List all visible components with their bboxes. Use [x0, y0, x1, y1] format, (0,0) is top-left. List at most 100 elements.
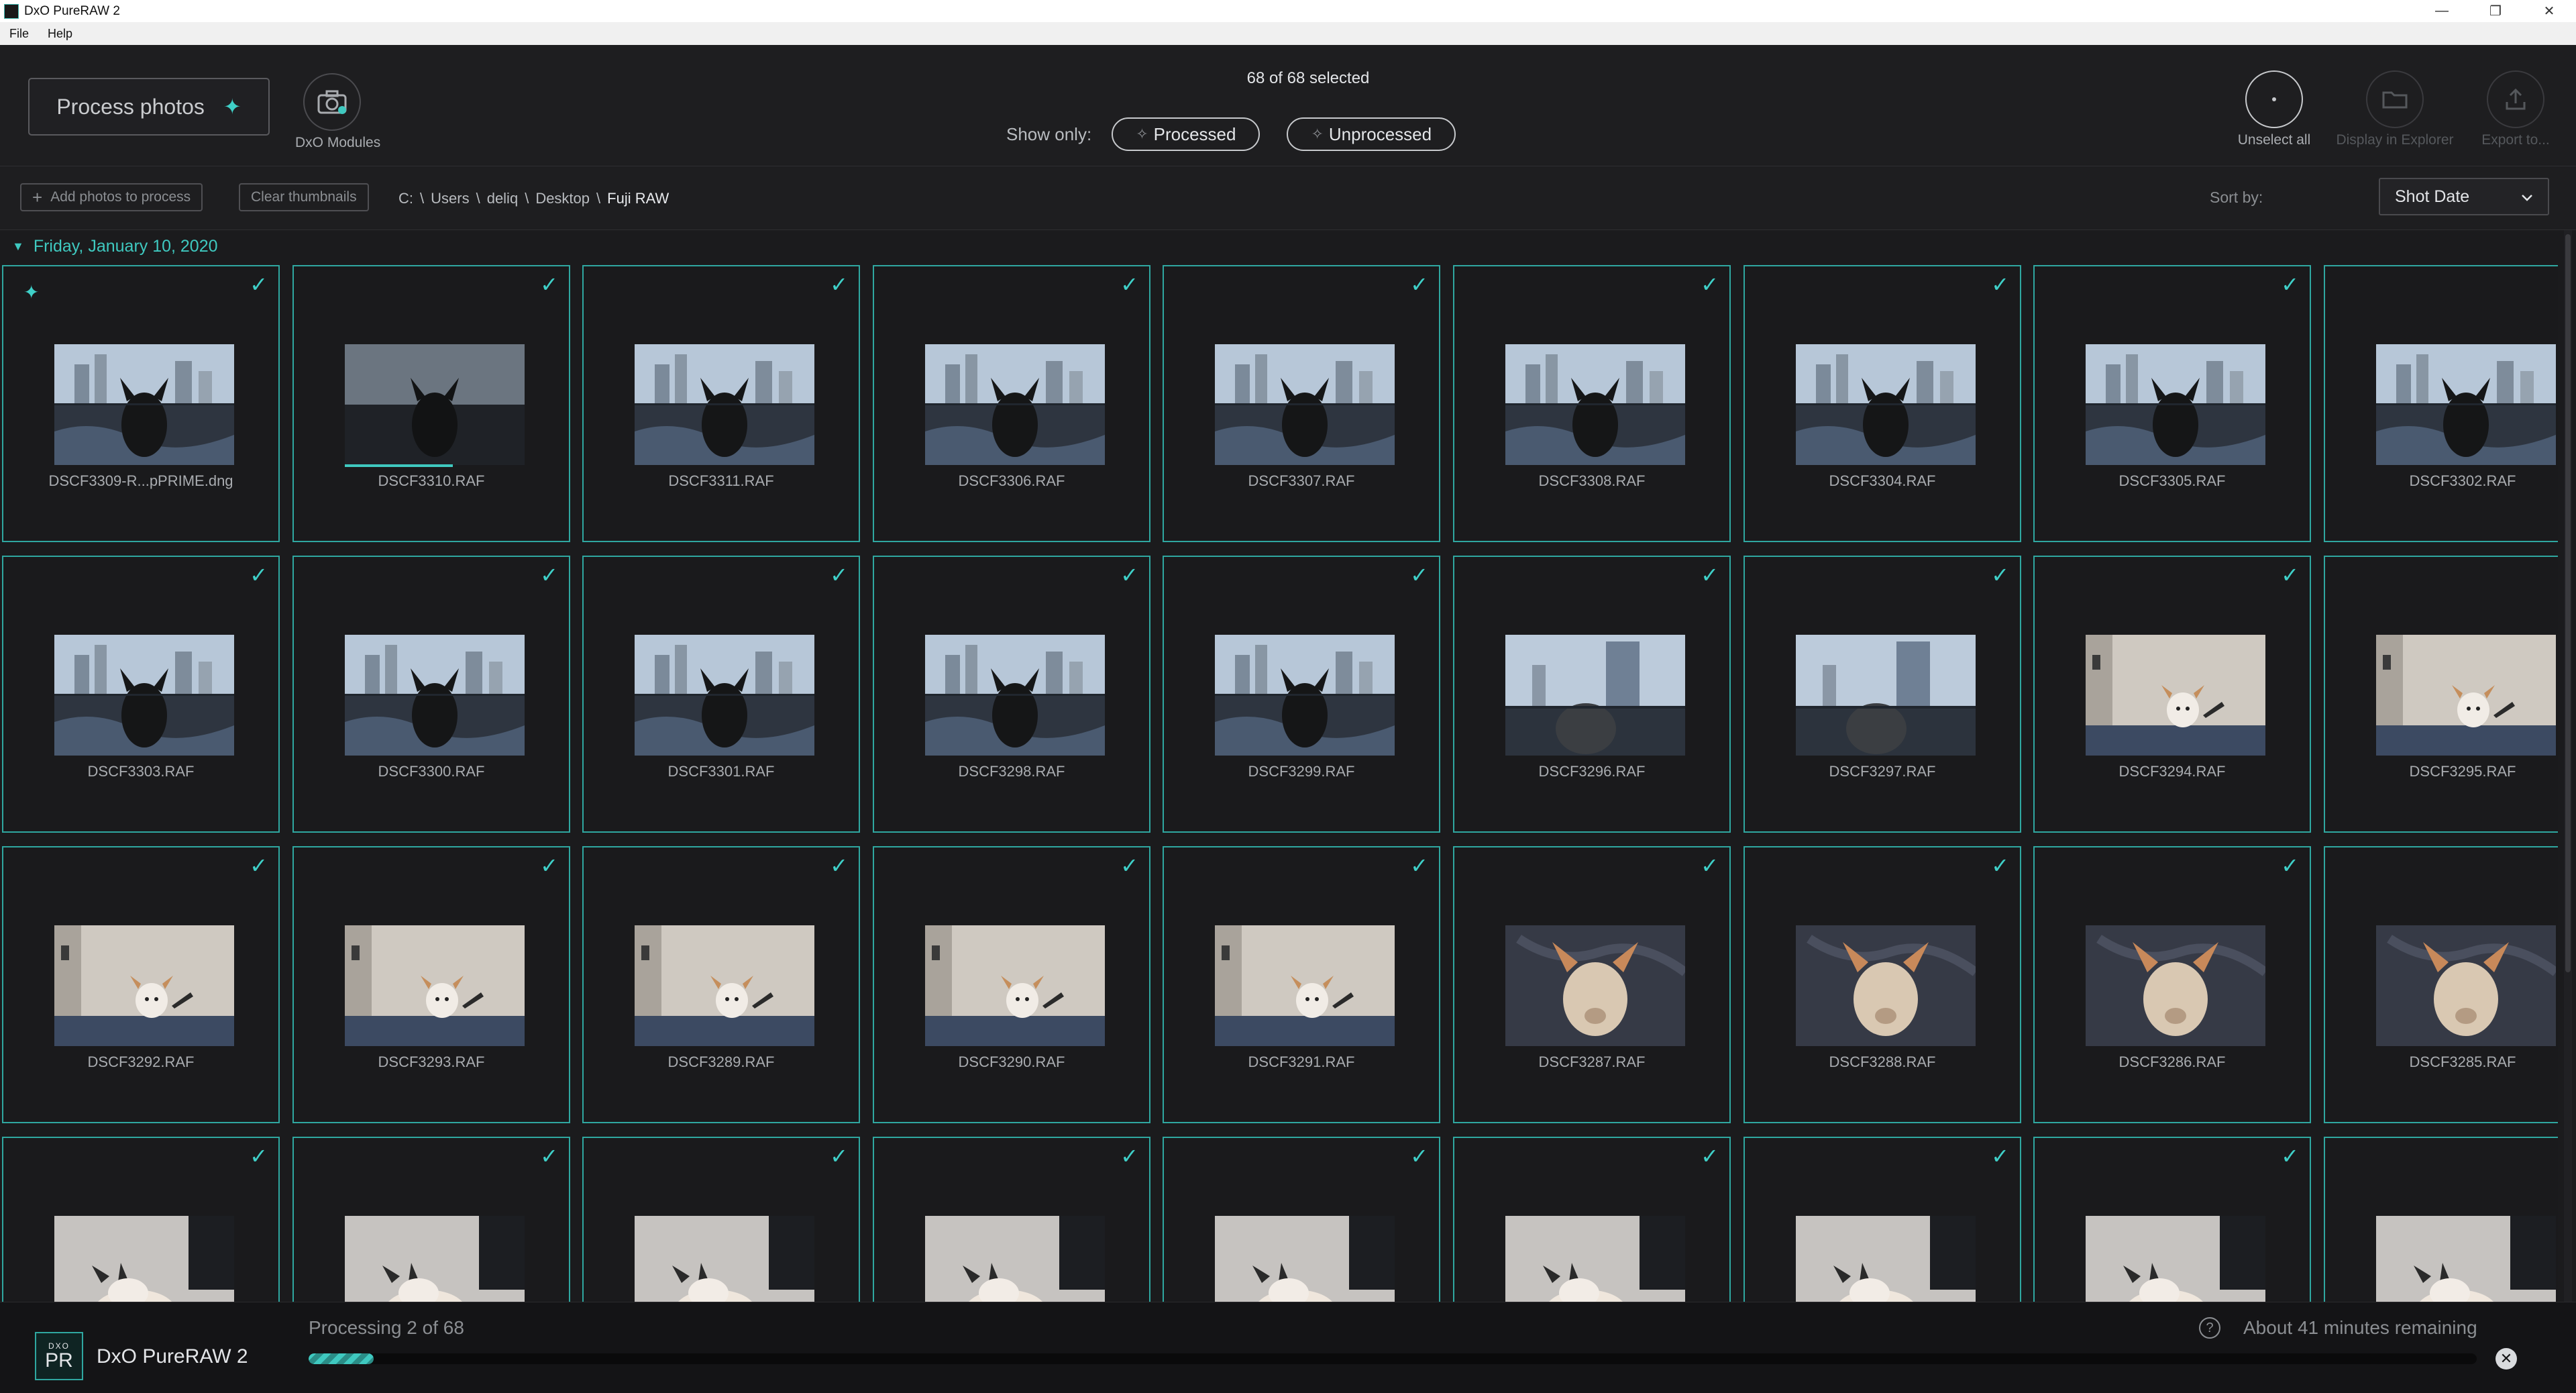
checkmark-icon[interactable]: ✓	[1410, 1143, 1428, 1169]
photo-thumbnail[interactable]: ✓ DSCF3286.RAF	[2033, 846, 2311, 1123]
checkmark-icon[interactable]: ✓	[250, 272, 268, 297]
date-group-header[interactable]: ▼ Friday, January 10, 2020	[0, 230, 2563, 262]
photo-thumbnail[interactable]: ✓ DSCF3288.RAF	[1743, 846, 2021, 1123]
breadcrumb-item[interactable]: C:	[398, 190, 413, 207]
help-icon[interactable]: ?	[2199, 1317, 2220, 1339]
scrollbar[interactable]	[2564, 230, 2572, 1302]
photo-thumbnail[interactable]: ✓	[1743, 1137, 2021, 1302]
checkmark-icon[interactable]: ✓	[1120, 853, 1138, 878]
photo-thumbnail[interactable]: ✓	[2, 1137, 280, 1302]
photo-filename: DSCF3299.RAF	[1248, 763, 1355, 780]
photo-thumbnail[interactable]: ✓ DSCF3301.RAF	[582, 556, 860, 833]
photo-thumbnail[interactable]: ✓ DSCF3305.RAF	[2033, 265, 2311, 542]
photo-thumbnail[interactable]: ✓ DSCF3306.RAF	[873, 265, 1150, 542]
photo-thumbnail[interactable]: ✓	[1453, 1137, 1731, 1302]
close-button[interactable]: ✕	[2522, 0, 2576, 22]
photo-thumbnail[interactable]: ✓	[2324, 1137, 2558, 1302]
photo-thumbnail[interactable]: ✓	[2033, 1137, 2311, 1302]
dxo-modules-button[interactable]: DxO Modules	[295, 73, 380, 151]
plus-icon: +	[32, 187, 43, 207]
photo-thumbnail[interactable]: ✓DSCF3285.RAF	[2324, 846, 2558, 1123]
photo-thumbnail[interactable]: ✓ DSCF3310.RAF	[292, 265, 570, 542]
checkmark-icon[interactable]: ✓	[1991, 1143, 2009, 1169]
checkmark-icon[interactable]: ✓	[1120, 1143, 1138, 1169]
display-in-explorer-button[interactable]: Display in Explorer	[2334, 70, 2455, 148]
checkmark-icon[interactable]: ✓	[830, 562, 848, 588]
photo-thumbnail[interactable]: ✓DSCF3295.RAF	[2324, 556, 2558, 833]
checkmark-icon[interactable]: ✓	[1410, 853, 1428, 878]
photo-thumbnail[interactable]: ✓ DSCF3304.RAF	[1743, 265, 2021, 542]
filter-processed-button[interactable]: ✧ Processed	[1112, 117, 1260, 151]
filter-unprocessed-button[interactable]: ✧ Unprocessed	[1287, 117, 1456, 151]
checkmark-icon[interactable]: ✓	[1991, 853, 2009, 878]
checkmark-icon[interactable]: ✓	[2281, 272, 2299, 297]
photo-thumbnail[interactable]: ✓ DSCF3293.RAF	[292, 846, 570, 1123]
checkmark-icon[interactable]: ✓	[830, 1143, 848, 1169]
checkmark-icon[interactable]: ✓	[1701, 272, 1719, 297]
checkmark-icon[interactable]: ✓	[540, 272, 558, 297]
checkmark-icon[interactable]: ✓	[1120, 562, 1138, 588]
photo-thumbnail[interactable]: ✓	[292, 1137, 570, 1302]
breadcrumb-item[interactable]: deliq	[487, 190, 518, 207]
photo-thumbnail[interactable]: ✓ DSCF3300.RAF	[292, 556, 570, 833]
pureraw-logo: DXO PR	[35, 1332, 83, 1380]
photo-thumbnail[interactable]: ✓ DSCF3299.RAF	[1163, 556, 1440, 833]
checkmark-icon[interactable]: ✓	[250, 562, 268, 588]
photo-thumbnail[interactable]: ✓ DSCF3298.RAF	[873, 556, 1150, 833]
export-to-button[interactable]: Export to...	[2455, 70, 2576, 148]
menu-file[interactable]: File	[0, 27, 38, 41]
photo-thumbnail[interactable]: ✓	[873, 1137, 1150, 1302]
checkmark-icon[interactable]: ✓	[540, 853, 558, 878]
breadcrumb-item[interactable]: Users	[431, 190, 469, 207]
photo-thumbnail[interactable]: ✓ DSCF3291.RAF	[1163, 846, 1440, 1123]
process-photos-button[interactable]: Process photos ✦	[28, 78, 270, 136]
sparkle-icon: ✦	[223, 95, 241, 119]
minimize-button[interactable]: —	[2415, 0, 2469, 22]
photo-thumbnail[interactable]: ✓ DSCF3292.RAF	[2, 846, 280, 1123]
checkmark-icon[interactable]: ✓	[1991, 272, 2009, 297]
checkmark-icon[interactable]: ✓	[1120, 272, 1138, 297]
photo-thumbnail[interactable]: ✓ DSCF3290.RAF	[873, 846, 1150, 1123]
checkmark-icon[interactable]: ✓	[540, 562, 558, 588]
checkmark-icon[interactable]: ✓	[830, 853, 848, 878]
checkmark-icon[interactable]: ✓	[1701, 853, 1719, 878]
checkmark-icon[interactable]: ✓	[2281, 562, 2299, 588]
checkmark-icon[interactable]: ✓	[830, 272, 848, 297]
clear-thumbnails-button[interactable]: Clear thumbnails	[239, 183, 369, 211]
photo-image	[1505, 635, 1685, 756]
photo-thumbnail[interactable]: ✓ DSCF3296.RAF	[1453, 556, 1731, 833]
cancel-processing-icon[interactable]: ✕	[2496, 1348, 2517, 1370]
checkmark-icon[interactable]: ✓	[1701, 1143, 1719, 1169]
checkmark-icon[interactable]: ✓	[1410, 272, 1428, 297]
scrollbar-thumb[interactable]	[2565, 234, 2571, 972]
restore-button[interactable]: ❐	[2469, 0, 2522, 22]
photo-thumbnail[interactable]: ✓ DSCF3303.RAF	[2, 556, 280, 833]
photo-thumbnail[interactable]: ✓ DSCF3308.RAF	[1453, 265, 1731, 542]
photo-thumbnail[interactable]: ✓ DSCF3297.RAF	[1743, 556, 2021, 833]
photo-image	[635, 635, 814, 756]
checkmark-icon[interactable]: ✓	[1701, 562, 1719, 588]
folder-icon	[2366, 70, 2424, 128]
menu-help[interactable]: Help	[38, 27, 82, 41]
photo-thumbnail[interactable]: ✓	[1163, 1137, 1440, 1302]
photo-thumbnail[interactable]: ✓ DSCF3287.RAF	[1453, 846, 1731, 1123]
breadcrumb-item[interactable]: Desktop	[535, 190, 590, 207]
checkmark-icon[interactable]: ✓	[1410, 562, 1428, 588]
photo-thumbnail[interactable]: ✓	[582, 1137, 860, 1302]
photo-thumbnail[interactable]: ✓ DSCF3311.RAF	[582, 265, 860, 542]
checkmark-icon[interactable]: ✓	[2281, 853, 2299, 878]
photo-thumbnail[interactable]: ✓ DSCF3294.RAF	[2033, 556, 2311, 833]
checkmark-icon[interactable]: ✓	[2281, 1143, 2299, 1169]
add-photos-button[interactable]: + Add photos to process	[20, 183, 203, 211]
photo-thumbnail[interactable]: ✓ ✦ DSCF3309-R...pPRIME.dng	[2, 265, 280, 542]
checkmark-icon[interactable]: ✓	[250, 853, 268, 878]
sort-dropdown[interactable]: Shot Date	[2379, 178, 2549, 215]
group-date: Friday, January 10, 2020	[33, 236, 218, 256]
unselect-all-button[interactable]: Unselect all	[2214, 70, 2334, 148]
photo-thumbnail[interactable]: ✓ DSCF3289.RAF	[582, 846, 860, 1123]
checkmark-icon[interactable]: ✓	[1991, 562, 2009, 588]
photo-thumbnail[interactable]: ✓ DSCF3307.RAF	[1163, 265, 1440, 542]
photo-thumbnail[interactable]: ✓DSCF3302.RAF	[2324, 265, 2558, 542]
checkmark-icon[interactable]: ✓	[250, 1143, 268, 1169]
checkmark-icon[interactable]: ✓	[540, 1143, 558, 1169]
